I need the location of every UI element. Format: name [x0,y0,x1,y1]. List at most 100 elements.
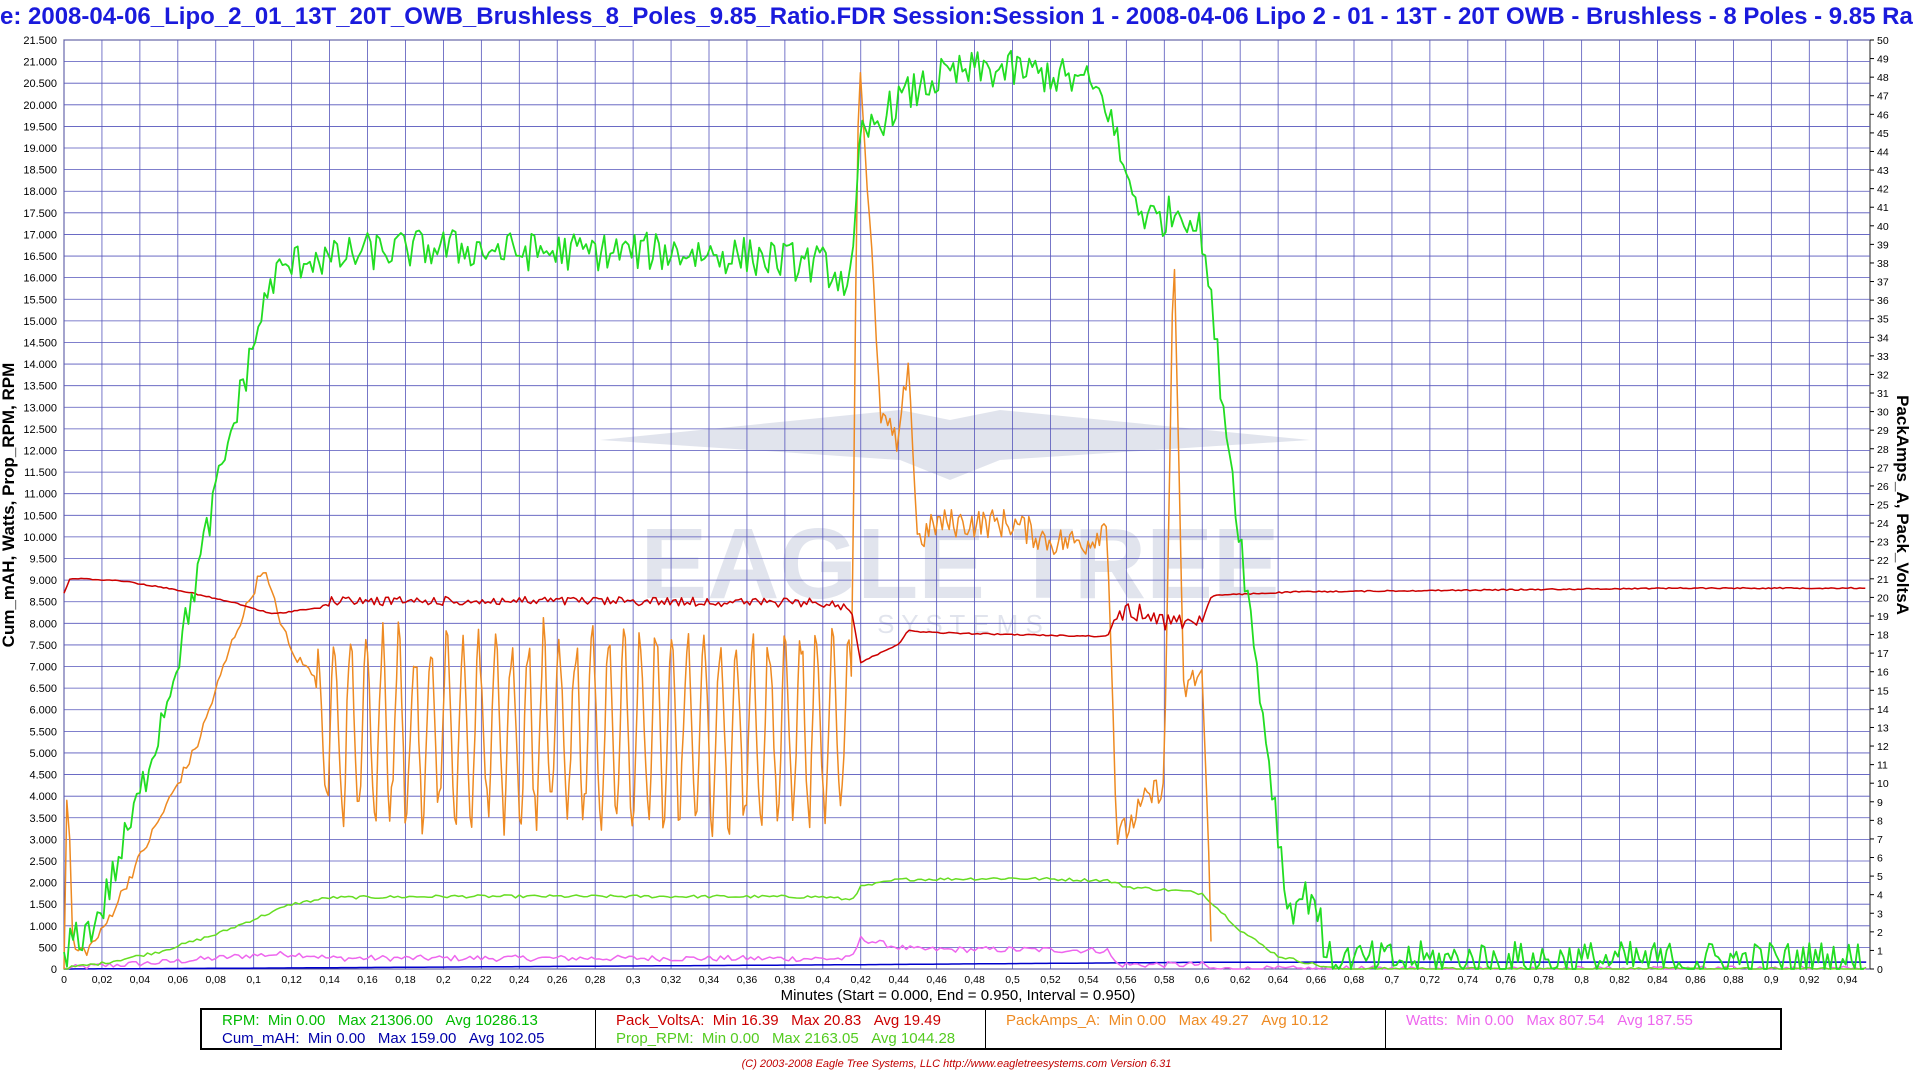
y-left-tick-label: 13.000 [23,402,57,414]
x-tick-label: 0,64 [1268,974,1289,986]
y-right-tick-label: 15 [1877,685,1889,697]
y-right-tick-label: 12 [1877,741,1889,753]
y-left-tick-label: 5.500 [29,726,57,738]
y-right-tick-label: 25 [1877,500,1889,512]
y-right-tick-labels: 0123456789101112131415161718192021222324… [1870,35,1889,976]
y-right-tick-label: 46 [1877,109,1889,121]
x-tick-label: 0,6 [1195,974,1210,986]
y-right-tick-label: 23 [1877,537,1889,549]
x-tick-label: 0,72 [1420,974,1441,986]
x-tick-label: 0,62 [1230,974,1251,986]
y-right-tick-label: 11 [1877,760,1888,772]
y-right-tick-label: 20 [1877,592,1889,604]
x-tick-label: 0,76 [1496,974,1517,986]
y-right-tick-label: 39 [1877,239,1889,251]
y-left-tick-label: 9.000 [29,575,57,587]
y-right-tick-label: 37 [1877,277,1889,289]
x-tick-label: 0,28 [585,974,606,986]
y-left-tick-label: 11.500 [24,467,57,479]
y-left-tick-label: 2.000 [29,878,57,890]
y-right-tick-label: 13 [1877,722,1889,734]
y-left-tick-label: 1.500 [29,899,57,911]
y-left-tick-label: 4.000 [29,791,57,803]
y-left-tick-label: 6.000 [29,705,57,717]
y-right-tick-label: 24 [1877,518,1889,530]
y-right-tick-label: 1 [1877,945,1883,957]
y-right-tick-label: 5 [1877,871,1883,883]
y-right-tick-label: 19 [1877,611,1889,623]
y-left-tick-label: 15.500 [23,294,57,306]
legend: RPM: Min 0.00 Max 21306.00 Avg 10286.13 … [200,1008,1782,1050]
x-tick-label: 0,56 [1116,974,1137,986]
x-tick-label: 0,4 [816,974,831,986]
x-tick-label: 0,04 [130,974,151,986]
watermark-line1: EAGLE TREE [641,508,1280,620]
x-tick-label: 0,82 [1609,974,1630,986]
y-left-tick-label: 8.500 [29,597,57,609]
x-tick-label: 0,34 [699,974,720,986]
y-right-tick-label: 43 [1877,165,1889,177]
y-left-tick-label: 16.500 [23,251,57,263]
x-tick-label: 0,32 [661,974,682,986]
legend-pack-volts: Pack_VoltsA: Min 16.39 Max 20.83 Avg 19.… [616,1012,941,1029]
y-left-tick-label: 9.500 [29,554,57,566]
y-right-tick-label: 47 [1877,91,1889,103]
x-tick-label: 0,9 [1764,974,1779,986]
y-right-tick-label: 33 [1877,351,1889,363]
y-right-tick-label: 45 [1877,128,1889,140]
x-tick-label: 0,66 [1306,974,1327,986]
legend-prop-rpm: Prop_RPM: Min 0.00 Max 2163.05 Avg 1044.… [616,1030,956,1047]
y-right-tick-label: 34 [1877,332,1889,344]
y-left-tick-label: 17.000 [23,229,57,241]
y-right-tick-label: 31 [1877,388,1889,400]
y-axis-left-label: Cum_mAH, Watts, Prop_RPM, RPM [0,363,18,648]
y-right-tick-label: 27 [1877,462,1889,474]
x-tick-label: 0,36 [737,974,758,986]
y-right-tick-label: 16 [1877,667,1889,679]
y-left-tick-label: 13.500 [23,381,57,393]
legend-rpm: RPM: Min 0.00 Max 21306.00 Avg 10286.13 [222,1012,538,1029]
y-left-tick-label: 18.000 [23,186,57,198]
x-tick-label: 0,18 [395,974,416,986]
y-right-tick-label: 28 [1877,444,1889,456]
x-tick-label: 0,06 [168,974,189,986]
x-tick-label: 0,1 [246,974,261,986]
legend-col-3: PackAmps_A: Min 0.00 Max 49.27 Avg 10.12 [986,1010,1386,1048]
y-left-tick-label: 7.500 [29,640,57,652]
y-left-tick-label: 14.000 [23,359,57,371]
x-tick-labels: 0 0,02 0,04 0,06 0,08 0,1 0,12 0,14 0,16 0,18 0,2 0… [61,974,1858,986]
y-right-tick-label: 35 [1877,314,1889,326]
y-left-tick-label: 7.000 [29,662,57,674]
x-tick-label: 0,92 [1799,974,1820,986]
legend-col-2: Pack_VoltsA: Min 16.39 Max 20.83 Avg 19.… [596,1010,986,1048]
x-tick-label: 0,86 [1685,974,1706,986]
y-right-tick-label: 6 [1877,853,1883,865]
y-right-tick-label: 10 [1877,778,1889,790]
y-left-tick-label: 12.000 [23,445,57,457]
y-left-tick-label: 20.500 [23,78,57,90]
chart-area: EAGLE TREE S Y S T E M S 0 0,02 0,04 0,06 0,… [0,35,1912,1004]
x-tick-label: 0,38 [775,974,796,986]
y-right-tick-label: 18 [1877,630,1889,642]
y-right-tick-label: 40 [1877,221,1889,233]
y-left-tick-label: 3.500 [29,813,57,825]
y-axis-right-label: PackAmps_A, Pack_VoltsA [1893,395,1912,615]
y-right-tick-label: 2 [1877,927,1883,939]
x-tick-label: 0,22 [471,974,492,986]
x-tick-label: 0,5 [1005,974,1020,986]
x-tick-label: 0,94 [1837,974,1858,986]
footer-copyright: (C) 2003-2008 Eagle Tree Systems, LLC ht… [741,1058,1172,1070]
x-tick-label: 0,46 [926,974,947,986]
x-tick-label: 0,7 [1385,974,1400,986]
x-tick-label: 0,16 [357,974,378,986]
x-tick-label: 0,02 [92,974,113,986]
y-left-tick-label: 3.000 [29,834,57,846]
y-left-tick-label: 21.000 [23,57,57,69]
y-left-tick-label: 12.500 [23,424,57,436]
legend-watts: Watts: Min 0.00 Max 807.54 Avg 187.55 [1406,1012,1693,1029]
y-right-tick-label: 17 [1877,648,1889,660]
y-right-tick-label: 42 [1877,184,1889,196]
y-left-tick-label: 19.500 [23,121,57,133]
x-tick-label: 0,8 [1574,974,1589,986]
y-left-tick-label: 0 [51,964,57,976]
